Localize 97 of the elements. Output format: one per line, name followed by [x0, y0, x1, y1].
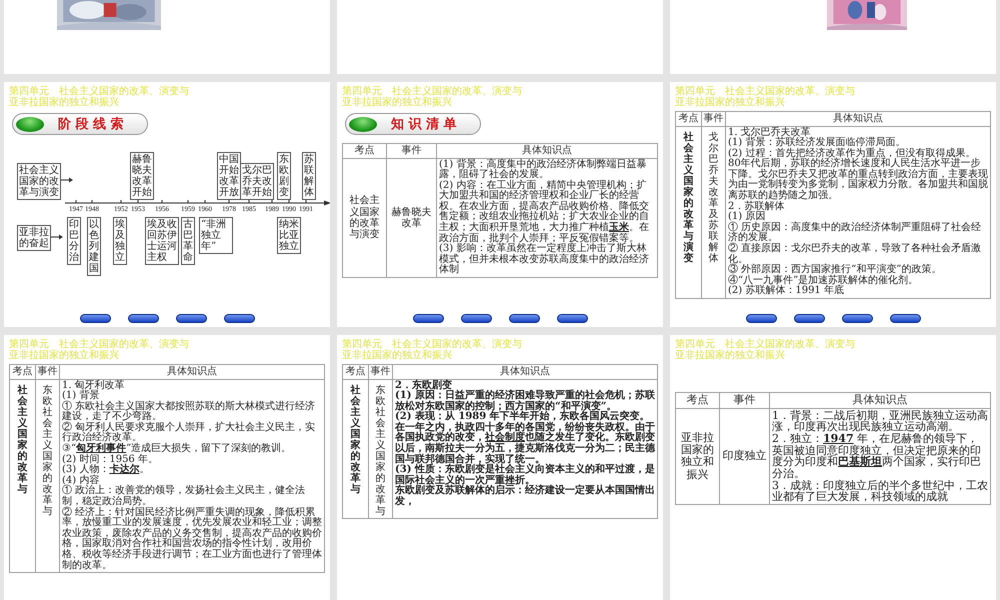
table-header-cell: 考点	[676, 112, 702, 126]
orb-icon	[16, 116, 44, 132]
table-header-cell: 考点	[342, 364, 368, 379]
event-text: 东欧社会主义国家的改革与	[376, 384, 386, 516]
point-text: 2．苏联解体	[728, 202, 786, 212]
banner-title: 阶 段 线 索	[58, 116, 124, 133]
unit-title: 第四单元 社会主义国家的改革、演变与	[675, 86, 856, 97]
arrow	[61, 177, 73, 183]
event-box: 以色列建国	[87, 217, 101, 276]
point-text: 1. 戈尔巴乔夫改革	[728, 128, 811, 138]
topic-text: 社会主义国家的改革与	[18, 384, 28, 494]
point-text: (2) 时间：1956 年。	[62, 454, 159, 465]
event-box: 赫鲁晓夫改革开始	[130, 152, 154, 200]
event-box: 戈尔巴乔夫改革开始	[240, 163, 274, 200]
point-text: ② 直接原因：戈尔巴乔夫的改革，导致了各种社会矛盾激化。	[728, 244, 982, 265]
table-header-cell: 考点	[676, 392, 720, 408]
table-header-cell: 具体知识点	[60, 364, 324, 379]
point-text: ② 经济上：针对国民经济比例严重失调的现象，降低积累率，放慢重工业的发展速度，优先发展农业和轻工业；调整农业政策，废除农产品的义务交售制，提高农产品的收购价格，国家取消对合作社和国营农场的指令性计划，改用价格、税收等经济手段进行调节；在工业方面也进行了管理体制的改革。	[62, 508, 322, 572]
table-header-cell: 具体知识点	[392, 364, 658, 379]
table-header-cell: 事件	[36, 364, 60, 379]
category-box: 亚非拉的奋起	[17, 225, 51, 251]
unit-title: 亚非拉国家的独立和振兴	[342, 350, 453, 361]
event-box: 埃及收回苏伊士运河主权	[145, 217, 179, 265]
arrow	[51, 234, 63, 240]
nav-button[interactable]	[460, 314, 492, 323]
nav-button[interactable]	[224, 314, 254, 323]
event-box: 印巴分治	[67, 217, 81, 265]
event-box: 中国开始改革开放	[217, 152, 241, 200]
point-text: 1. 匈牙利改革	[62, 380, 126, 390]
event-box: 埃及独立	[113, 217, 127, 265]
table-cell: 亚非拉国家的独立和振兴	[676, 408, 720, 504]
unit-title: 第四单元 社会主义国家的改革、演变与	[9, 86, 190, 97]
table-cell: 印度独立	[720, 408, 770, 504]
point-text: ③ 外部原因：西方国家推行“和平演变”的政策。	[728, 265, 942, 276]
point-text: (1) 背景：苏联经济发展面临停滞局面。	[728, 138, 906, 148]
event-box: 东欧剧变	[277, 152, 291, 200]
event-box: 古巴革命	[181, 217, 195, 265]
table-header-cell: 具体知识点	[770, 392, 990, 408]
event-box: 纳米比亚独立	[277, 217, 301, 254]
topic-text: 社会主义国家的改革与	[350, 384, 360, 494]
unit-title: 第四单元 社会主义国家的改革、演变与	[342, 339, 523, 350]
point-text: 东欧剧变及苏联解体的启示：经济建设一定要从本国国情出发，	[395, 486, 655, 508]
nav-button[interactable]	[128, 314, 158, 323]
event-text: 东欧社会主义国家的改革与	[42, 384, 52, 516]
point-text: (3) 人物：卡达尔。	[62, 465, 150, 476]
nav-button[interactable]	[176, 314, 206, 323]
point-text: (2) 苏联解体：1991 年底	[728, 286, 845, 297]
table-header-cell: 具体知识点	[726, 112, 990, 126]
table-header-cell: 事件	[720, 392, 770, 408]
table-header-cell: 事件	[702, 112, 726, 126]
unit-title: 第四单元 社会主义国家的改革、演变与	[9, 339, 190, 350]
unit-title: 亚非拉国家的独立和振兴	[342, 97, 453, 108]
unit-title: 亚非拉国家的独立和振兴	[9, 97, 120, 108]
point-text: 3．成就：印度独立后的半个多世纪中，工农业都有了巨大发展，科技领域的成就	[772, 480, 988, 503]
point-text: ① 政治上：改善党的领导，发扬社会主义民主，健全法制，稳定政治局势。	[62, 486, 306, 508]
nav-button[interactable]	[80, 314, 110, 323]
nav-button[interactable]	[412, 314, 444, 323]
table-header-cell: 事件	[386, 144, 436, 158]
point-text: (1) 背景：高度集中的政治经济体制弊端日益暴露，阻碍了社会的发展。	[439, 160, 648, 180]
nav-button[interactable]	[508, 314, 540, 323]
category-box: 社会主义国家的改革与演变	[17, 163, 61, 200]
table-cell: 社会主义国家的改革与演变	[342, 158, 386, 278]
event-text: 戈尔巴乔夫改革及苏联解体	[708, 132, 718, 264]
table-header-cell: 事件	[368, 364, 392, 379]
unit-title: 第四单元 社会主义国家的改革、演变与	[675, 339, 856, 350]
table-header-cell: 考点	[342, 144, 386, 158]
point-text: (1) 原因	[728, 212, 766, 222]
nav-button[interactable]	[556, 314, 588, 323]
table-header-cell: 考点	[10, 364, 36, 379]
topic-text: 社会主义国家的改革与演变	[684, 132, 694, 264]
nav-button[interactable]	[842, 314, 872, 323]
point-text: ① 历史原因：高度集中的政治经济体制严重阻碍了社会经济的发展。	[728, 222, 982, 244]
point-text: 2．东欧剧变	[395, 380, 452, 390]
unit-title: 亚非拉国家的独立和振兴	[675, 97, 786, 108]
point-text: (2) 内容：在工业方面，精简中央管理机构；扩大加盟共和国的经济管理权和企业厂长的经营权。在农业方面，提高农产品收购价格、降低交售定额；改组农业拖拉机站；扩大农业企业的自主权；大面积开垦荒地，大力推广种植玉米。在政治方面，批判个人崇拜；平反冤假错案等。	[439, 180, 650, 244]
unit-title: 亚非拉国家的独立和振兴	[9, 350, 120, 361]
nav-button[interactable]	[746, 314, 776, 323]
point-text: (1) 背景	[62, 391, 100, 402]
point-text: (4) 内容	[62, 476, 100, 486]
event-box: 苏联解体	[302, 152, 316, 200]
point-text: ④“八一九事件”是加速苏联解体的催化剂。	[728, 276, 920, 286]
event-box: “非洲独立年”	[199, 217, 233, 254]
nav-button[interactable]	[890, 314, 920, 323]
orb-icon	[349, 116, 377, 132]
table-cell: 赫鲁晓夫改革	[386, 158, 436, 278]
point-text: 1．背景：二战后初期，亚洲民族独立运动高涨，印度再次出现民族独立运动高潮。	[772, 410, 988, 433]
banner-title: 知 识 清 单	[391, 116, 457, 133]
point-text: (2) 过程：首先把经济改革作为重点，但没有取得成果。80年代后期，苏联的经济增长速度和人民生活水平进一步下降。戈尔巴乔夫又把改革的重点转到政治方面，主要表现为由一党制转变为多党制，国家权力分散。各加盟共和国脱离苏联的趋势随之加强。	[728, 148, 988, 202]
point-text: ③“匈牙利事件”造成巨大损失，留下了深刻的教训。	[62, 444, 292, 454]
point-text: 2．独立：1947 年，在尼赫鲁的领导下，英国被迫同意印度独立，但决定把原来的印度分为印度和巴基斯坦两个国家，实行印巴分治。	[772, 432, 982, 480]
nav-button[interactable]	[794, 314, 824, 323]
point-text: ① 东欧社会主义国家大都按照苏联的斯大林模式进行经济建设，走了不少弯路。	[62, 402, 316, 422]
table-header-cell: 具体知识点	[436, 144, 658, 158]
unit-title: 亚非拉国家的独立和振兴	[675, 350, 786, 361]
point-text: ② 匈牙利人民要求克服个人崇拜，扩大社会主义民主，实行政治经济改革。	[62, 422, 316, 444]
unit-title: 第四单元 社会主义国家的改革、演变与	[342, 86, 523, 97]
point-text: (3) 影响：改革虽然在一定程度上冲击了斯大林模式，但并未根本改变苏联高度集中的政治经济体制	[439, 244, 650, 276]
